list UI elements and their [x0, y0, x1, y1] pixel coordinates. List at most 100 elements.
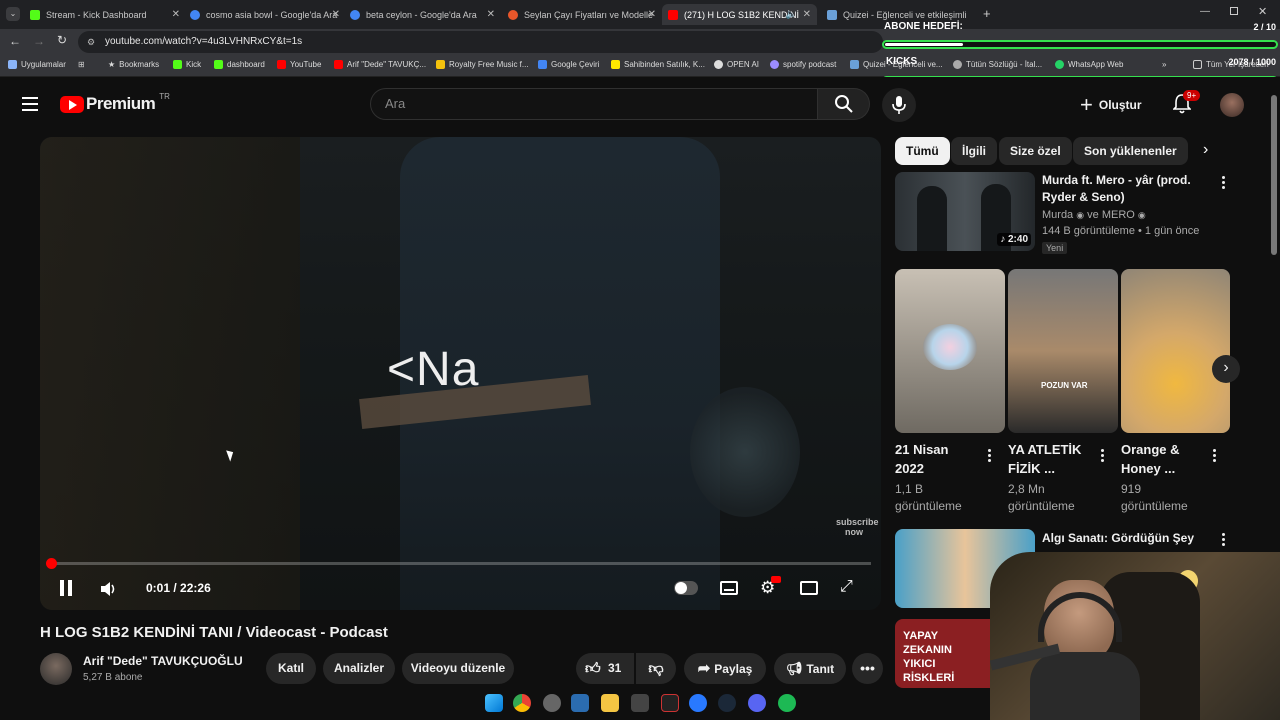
search-button[interactable] — [818, 88, 870, 120]
shorts-thumbnail[interactable] — [1121, 269, 1230, 433]
more-horizontal-icon: ••• — [860, 660, 875, 676]
subtitles-button[interactable] — [720, 581, 738, 595]
chips-next-icon[interactable]: › — [1203, 141, 1208, 159]
more-options-icon[interactable] — [1101, 449, 1105, 464]
chip-recent[interactable]: Son yüklenenler — [1073, 137, 1188, 165]
webcam-overlay — [990, 552, 1280, 720]
recommended-title[interactable]: Algı Sanatı: Gördüğün Şey Sandığın Yalan… — [1042, 529, 1212, 548]
page-scrollbar[interactable] — [1271, 95, 1277, 255]
bookmark-item[interactable]: OPEN AI — [714, 60, 759, 69]
browser-tab-active[interactable]: (271) H LOG S1B2 KENDİNİ 🔈 ✕ — [662, 4, 817, 25]
plus-icon: + — [1080, 92, 1093, 117]
share-button[interactable]: ➦ Paylaş — [684, 653, 766, 684]
chrome-icon[interactable] — [513, 694, 531, 712]
bookmark-item[interactable]: ⊞ — [78, 60, 95, 69]
speaker-icon[interactable]: 🔈 — [786, 9, 797, 20]
site-info-icon[interactable]: ⚙ — [87, 31, 95, 53]
shorts-title[interactable]: Orange & Honey ... — [1121, 440, 1201, 478]
settings-button[interactable]: ⚙ — [760, 576, 781, 597]
shorts-thumbnail[interactable] — [895, 269, 1005, 433]
forward-icon[interactable]: → — [33, 34, 45, 48]
video-scrubber[interactable] — [45, 558, 57, 569]
volume-button[interactable] — [100, 580, 118, 598]
recommended-title[interactable]: Murda ft. Mero - yâr (prod. Ryder & Seno… — [1042, 172, 1202, 206]
bookmark-item[interactable]: Kick — [173, 60, 201, 69]
bookmark-item[interactable]: Royalty Free Music f... — [436, 60, 529, 69]
close-tab-icon[interactable]: ✕ — [172, 9, 180, 20]
recommended-thumbnail[interactable]: YAPAY ZEKANIN YIKICI RİSKLERİ — [895, 619, 995, 688]
recommended-thumbnail[interactable]: ♪ 2:40 — [895, 172, 1035, 251]
bookmark-item[interactable]: Arif "Dede" TAVUKÇ... — [334, 60, 426, 69]
spotify-icon[interactable] — [778, 694, 796, 712]
more-options-icon[interactable] — [1222, 533, 1226, 548]
tab-search-icon[interactable]: ⌄ — [6, 7, 20, 21]
analytics-button[interactable]: Analizler — [323, 653, 395, 684]
browser-tab[interactable]: Stream - Kick Dashboard ✕ — [30, 4, 180, 25]
close-tab-icon[interactable]: ✕ — [487, 9, 495, 20]
bookmark-apps[interactable]: Uygulamalar — [8, 60, 66, 69]
promote-button[interactable]: 📢︎ Tanıt — [774, 653, 846, 684]
windows-taskbar — [480, 690, 800, 720]
avatar[interactable] — [1220, 93, 1244, 117]
create-button[interactable]: + Oluştur — [1080, 90, 1142, 120]
shorts-title[interactable]: YA ATLETİK FİZİK ... — [1008, 440, 1088, 478]
more-options-icon[interactable] — [1222, 176, 1226, 191]
notifications-button[interactable]: 9+ — [1172, 90, 1201, 119]
browser-tab[interactable]: cosmo asia bowl - Google'da Ara ✕ — [190, 4, 340, 25]
bookmark-item[interactable]: Sahibinden Satılık, K... — [611, 60, 705, 69]
region-code: TR — [159, 91, 170, 101]
youtube-logo[interactable]: Premium TR — [60, 91, 170, 114]
voice-search-button[interactable] — [882, 88, 916, 122]
bookmark-item[interactable]: ★ Bookmarks — [108, 60, 159, 69]
edit-video-button[interactable]: Videoyu düzenle — [402, 653, 514, 684]
channel-avatar[interactable] — [40, 653, 72, 685]
calculator-icon[interactable] — [571, 694, 589, 712]
autoplay-toggle[interactable] — [674, 581, 698, 595]
maximize-icon[interactable] — [1230, 7, 1238, 15]
back-icon[interactable]: ← — [9, 34, 21, 48]
reload-icon[interactable]: ↻ — [57, 33, 67, 47]
bookmark-item[interactable]: Google Çeviri — [538, 60, 599, 69]
channel-name[interactable]: Arif "Dede" TAVUKÇUOĞLU — [83, 654, 243, 668]
pause-autoplay-icon — [675, 582, 687, 594]
fullscreen-button[interactable]: ⤢ — [840, 578, 853, 596]
browser-tab[interactable]: beta ceylon - Google'da Ara ✕ — [350, 4, 495, 25]
video-player[interactable]: <Na subscribe now 0:01 / 22:26 ⚙ ⤢ — [40, 137, 881, 610]
shorts-thumbnail[interactable]: POZUN VAR — [1008, 269, 1118, 433]
close-tab-icon[interactable]: ✕ — [803, 9, 811, 20]
chip-for-you[interactable]: Size özel — [999, 137, 1072, 165]
dislike-button[interactable]: 👎︎ — [636, 653, 676, 684]
file-explorer-icon[interactable] — [601, 694, 619, 712]
close-tab-icon[interactable]: ✕ — [648, 9, 656, 20]
windows-start-icon[interactable] — [485, 694, 503, 712]
bookmark-item[interactable]: dashboard — [214, 60, 265, 69]
shorts-title[interactable]: 21 Nisan 2022 — [895, 440, 975, 478]
pause-button[interactable] — [60, 580, 74, 596]
join-button[interactable]: Katıl — [266, 653, 316, 684]
like-button[interactable]: 👍︎ 31 — [576, 653, 634, 684]
streamlabs-icon[interactable] — [689, 694, 707, 712]
shorts-next-button[interactable]: › — [1212, 355, 1240, 383]
browser-tab[interactable]: Seylan Çayı Fiyatları ve Modelle ✕ — [508, 4, 656, 25]
chip-related[interactable]: İlgili — [951, 137, 997, 165]
discord-icon[interactable] — [748, 694, 766, 712]
more-options-icon[interactable] — [1213, 449, 1217, 464]
steam-icon[interactable] — [718, 694, 736, 712]
recommended-channel[interactable]: Murda ◉ ve MERO ◉ — [1042, 207, 1146, 224]
bookmark-item[interactable]: spotify podcast — [770, 60, 836, 69]
more-actions-button[interactable]: ••• — [852, 653, 883, 684]
terminal-icon[interactable] — [661, 694, 679, 712]
notes-icon[interactable] — [631, 694, 649, 712]
bookmark-item[interactable]: YouTube — [277, 60, 321, 69]
menu-icon[interactable] — [22, 97, 38, 111]
channel-text: Murda — [1042, 209, 1074, 221]
theater-mode-button[interactable] — [800, 581, 818, 595]
address-bar[interactable]: ⚙ youtube.com/watch?v=4u3LVHNRxCY&t=1s — [78, 31, 883, 53]
time-separator: / — [170, 581, 181, 595]
more-options-icon[interactable] — [988, 449, 992, 464]
close-tab-icon[interactable]: ✕ — [332, 9, 340, 20]
chip-all[interactable]: Tümü — [895, 137, 950, 165]
search-input[interactable]: Ara — [370, 88, 818, 120]
chrome-dev-icon[interactable] — [543, 694, 561, 712]
video-progress-track[interactable] — [45, 558, 871, 569]
